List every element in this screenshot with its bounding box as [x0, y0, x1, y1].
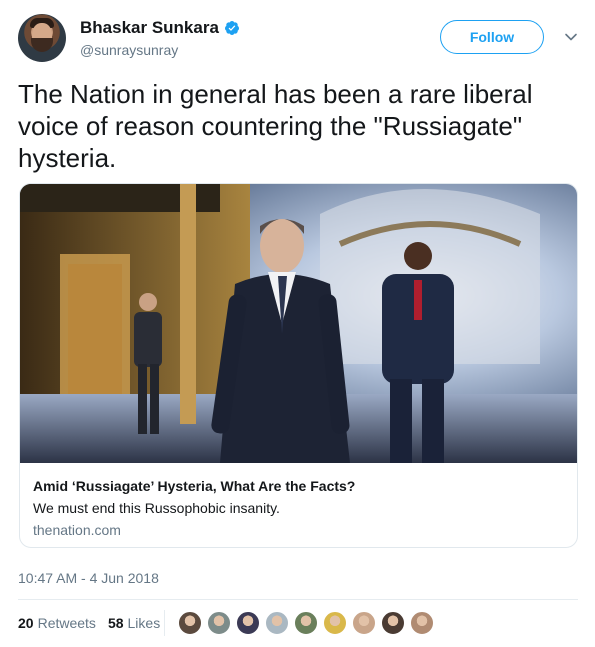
retweets-label: Retweets [37, 615, 96, 631]
liker-avatar[interactable] [236, 611, 260, 635]
tweet-header: Bhaskar Sunkara @sunraysunray Follow [18, 14, 578, 64]
card-body: Amid ‘Russiagate’ Hysteria, What Are the… [20, 463, 577, 538]
display-name[interactable]: Bhaskar Sunkara [80, 18, 240, 38]
card-title[interactable]: Amid ‘Russiagate’ Hysteria, What Are the… [33, 478, 566, 494]
retweets-count: 20 [18, 615, 34, 631]
divider [18, 599, 578, 600]
card-image [20, 184, 577, 463]
tweet-timestamp[interactable]: 10:47 AM - 4 Jun 2018 [18, 570, 159, 586]
retweets-stat[interactable]: 20 Retweets [18, 615, 96, 631]
tweet-text: The Nation in general has been a rare li… [18, 79, 533, 173]
follow-button[interactable]: Follow [440, 20, 544, 54]
likes-stat[interactable]: 58 Likes [108, 615, 160, 631]
tweet-stats: 20 Retweets 58 Likes [18, 614, 172, 632]
avatar-beard [31, 38, 53, 52]
liker-avatar[interactable] [352, 611, 376, 635]
card-photo [20, 184, 577, 463]
liker-avatar[interactable] [323, 611, 347, 635]
card-domain: thenation.com [33, 522, 121, 538]
liker-avatar[interactable] [207, 611, 231, 635]
user-info[interactable]: Bhaskar Sunkara @sunraysunray [80, 18, 240, 58]
verified-badge-icon [224, 21, 239, 35]
link-card[interactable]: Amid ‘Russiagate’ Hysteria, What Are the… [19, 183, 578, 548]
card-description: We must end this Russophobic insanity. [33, 500, 280, 516]
chevron-down-icon[interactable] [564, 30, 578, 44]
liker-avatar[interactable] [265, 611, 289, 635]
likes-label: Likes [127, 615, 161, 631]
liker-avatars [178, 611, 439, 635]
display-name-text: Bhaskar Sunkara [80, 18, 219, 37]
avatar[interactable] [18, 14, 66, 62]
likes-count: 58 [107, 615, 124, 631]
liker-avatar[interactable] [294, 611, 318, 635]
liker-avatar[interactable] [178, 611, 202, 635]
liker-avatar[interactable] [381, 611, 405, 635]
user-handle[interactable]: @sunraysunray [80, 42, 240, 58]
stats-separator [164, 610, 165, 636]
liker-avatar[interactable] [410, 611, 434, 635]
